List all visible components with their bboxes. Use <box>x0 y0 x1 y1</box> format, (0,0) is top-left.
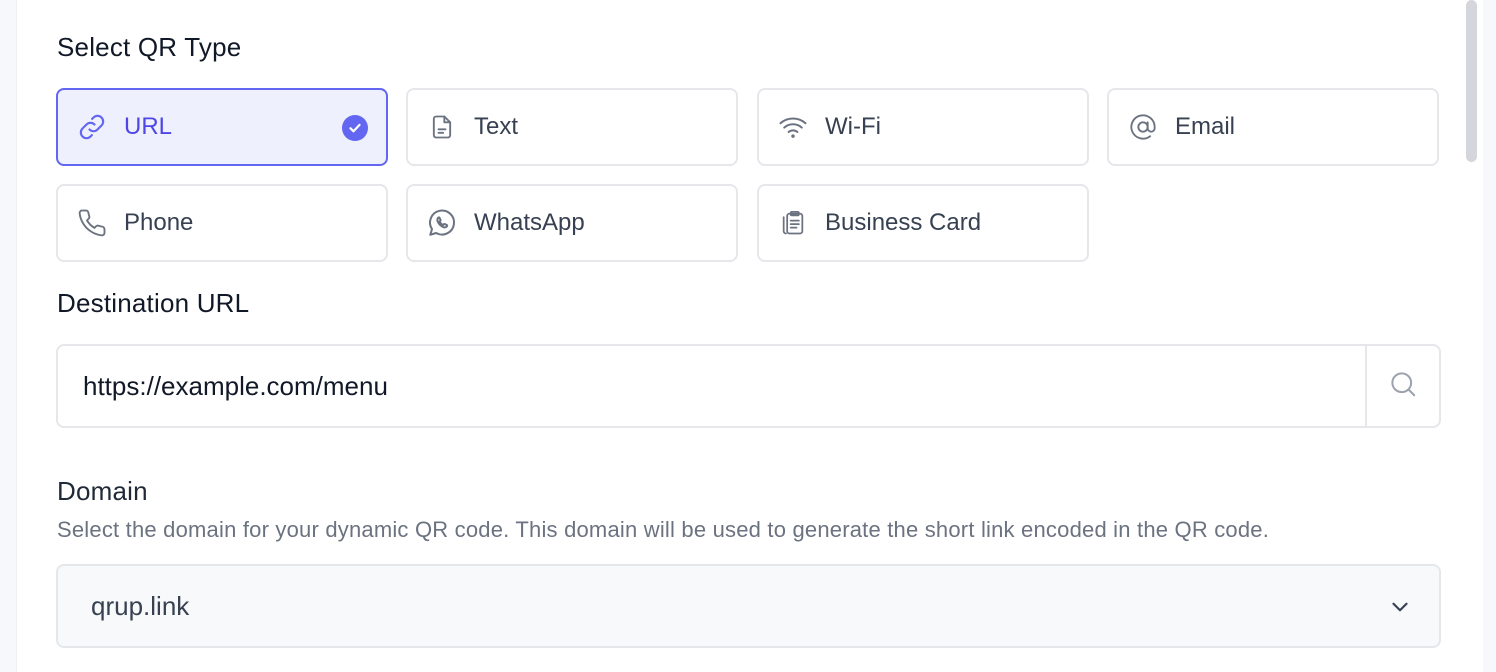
qr-type-label: Email <box>1175 113 1236 140</box>
phone-icon <box>76 207 108 239</box>
chevron-down-icon <box>1387 594 1413 620</box>
wifi-icon <box>777 111 809 143</box>
domain-select[interactable]: qrup.link <box>56 564 1441 648</box>
destination-url-input[interactable] <box>56 344 1367 428</box>
qr-type-heading: Select QR Type <box>57 32 242 62</box>
qr-type-url[interactable]: URL <box>56 88 388 166</box>
domain-selected-value: qrup.link <box>91 590 190 621</box>
document-icon <box>426 111 458 143</box>
destination-url-heading: Destination URL <box>57 288 250 318</box>
scrollbar-thumb[interactable] <box>1466 0 1477 162</box>
whatsapp-icon <box>426 207 458 239</box>
qr-type-phone[interactable]: Phone <box>56 184 388 262</box>
qr-type-business-card[interactable]: Business Card <box>757 184 1089 262</box>
url-search-button[interactable] <box>1365 344 1441 428</box>
qr-type-label: WhatsApp <box>474 209 585 236</box>
qr-type-label: URL <box>124 113 173 140</box>
qr-type-email[interactable]: Email <box>1107 88 1439 166</box>
domain-help-text: Select the domain for your dynamic QR co… <box>57 517 1270 542</box>
domain-heading: Domain <box>57 476 148 506</box>
checkmark-icon <box>342 115 368 141</box>
qr-type-label: Wi-Fi <box>825 113 881 140</box>
qr-type-label: Text <box>474 113 519 140</box>
clipboard-icon <box>777 207 809 239</box>
qr-type-text[interactable]: Text <box>406 88 738 166</box>
qr-type-whatsapp[interactable]: WhatsApp <box>406 184 738 262</box>
qr-type-wifi[interactable]: Wi-Fi <box>757 88 1089 166</box>
qr-type-label: Phone <box>124 209 194 236</box>
qr-type-label: Business Card <box>825 209 982 236</box>
search-icon <box>1388 369 1418 404</box>
at-sign-icon <box>1127 111 1159 143</box>
link-icon <box>76 111 108 143</box>
